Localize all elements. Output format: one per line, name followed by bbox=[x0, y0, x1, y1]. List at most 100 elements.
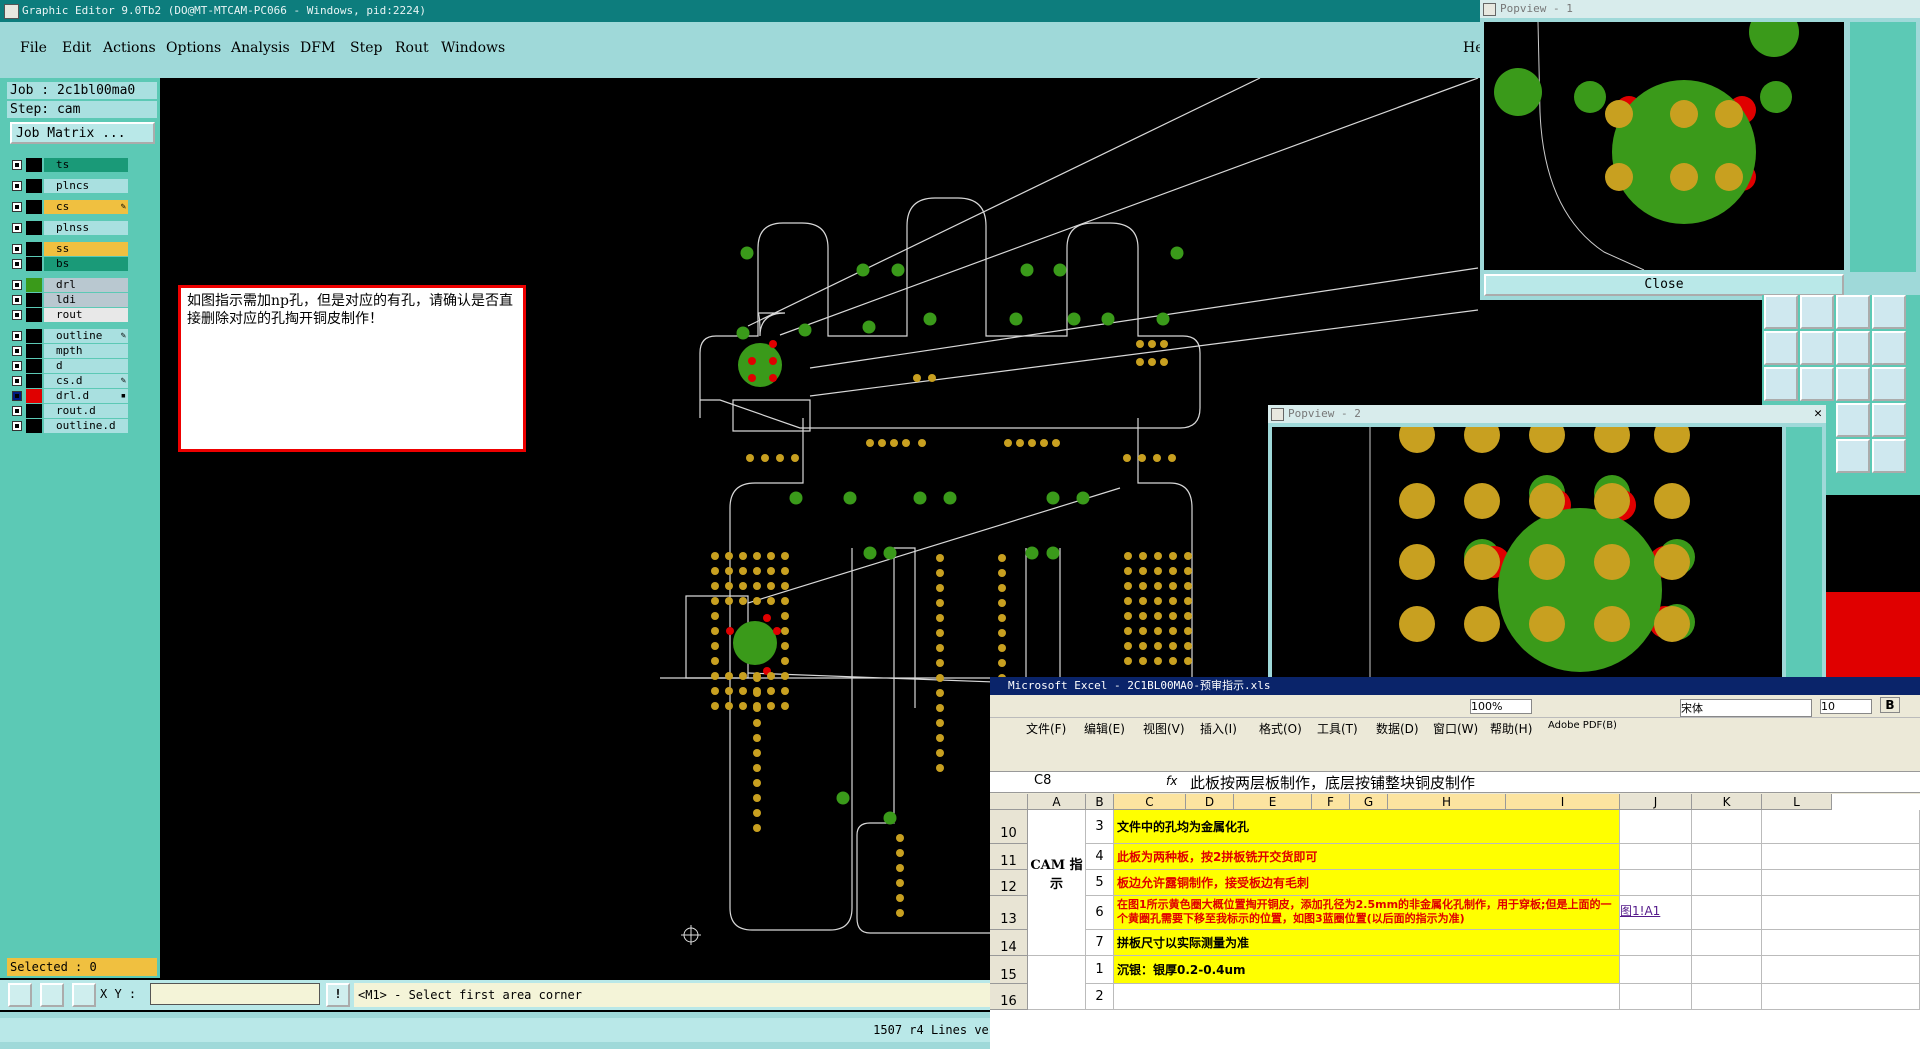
column-header-l[interactable]: L bbox=[1762, 794, 1832, 810]
bold-button[interactable]: B bbox=[1880, 697, 1900, 713]
corner-cell[interactable] bbox=[990, 794, 1028, 810]
font-size-select[interactable]: 10 bbox=[1820, 699, 1872, 714]
empty-cell[interactable] bbox=[1762, 870, 1920, 896]
xy-input[interactable] bbox=[150, 983, 320, 1005]
xl-menu-tools[interactable]: 工具(T) bbox=[1317, 720, 1358, 737]
layer-row-bs[interactable]: bs bbox=[10, 257, 128, 271]
area-select-icon[interactable] bbox=[8, 983, 32, 1007]
column-header-d[interactable]: D bbox=[1186, 794, 1234, 810]
menu-step[interactable]: Step bbox=[350, 40, 382, 56]
instruction-cell[interactable]: 在图1所示黄色圈大概位置掏开铜皮，添加孔径为2.5mm的非金属化孔制作，用于穿板… bbox=[1114, 896, 1620, 930]
xl-menu-edit[interactable]: 编辑(E) bbox=[1084, 720, 1125, 737]
layer-checkbox[interactable] bbox=[12, 421, 22, 431]
column-header-j[interactable]: J bbox=[1620, 794, 1692, 810]
layer-checkbox[interactable] bbox=[12, 331, 22, 341]
layer-row-plnss[interactable]: plnss bbox=[10, 221, 128, 235]
alert-icon[interactable]: ! bbox=[326, 983, 350, 1007]
empty-cell[interactable] bbox=[1762, 844, 1920, 870]
move-tool-icon[interactable] bbox=[1836, 295, 1870, 329]
menu-analysis[interactable]: Analysis bbox=[231, 40, 290, 56]
instruction-cell[interactable] bbox=[1114, 984, 1620, 1010]
item-number-cell[interactable]: 4 bbox=[1086, 844, 1114, 870]
layer-checkbox[interactable] bbox=[12, 280, 22, 290]
layer-row-rout[interactable]: rout bbox=[10, 308, 128, 322]
empty-cell[interactable] bbox=[1692, 810, 1762, 844]
pad-tool-icon[interactable] bbox=[1764, 367, 1798, 401]
layer-row-outline[interactable]: outline ✎ bbox=[10, 329, 128, 343]
xl-menu-file[interactable]: 文件(F) bbox=[1026, 720, 1066, 737]
row-header-12[interactable]: 12 bbox=[990, 870, 1028, 896]
layer-row-drl-d[interactable]: drl.d ▪ bbox=[10, 389, 128, 403]
instruction-cell[interactable]: 沉银：银厚0.2-0.4um bbox=[1114, 956, 1620, 984]
column-header-g[interactable]: G bbox=[1350, 794, 1388, 810]
column-header-a[interactable]: A bbox=[1028, 794, 1086, 810]
layer-row-ldi[interactable]: ldi bbox=[10, 293, 128, 307]
xl-menu-view[interactable]: 视图(V) bbox=[1143, 720, 1185, 737]
slash-tool-icon[interactable] bbox=[1800, 331, 1834, 365]
column-header-i[interactable]: I bbox=[1506, 794, 1620, 810]
layer-checkbox[interactable] bbox=[12, 391, 22, 401]
layer-checkbox[interactable] bbox=[12, 244, 22, 254]
column-header-e[interactable]: E bbox=[1234, 794, 1312, 810]
layer-row-ts[interactable]: ts bbox=[10, 158, 128, 172]
row-header-15[interactable]: 15 bbox=[990, 956, 1028, 984]
layer-row-cs[interactable]: cs ✎ bbox=[10, 200, 128, 214]
layer-checkbox[interactable] bbox=[12, 295, 22, 305]
layer-row-rout-d[interactable]: rout.d bbox=[10, 404, 128, 418]
row-header-14[interactable]: 14 bbox=[990, 930, 1028, 956]
row-header-13[interactable]: 13 bbox=[990, 896, 1028, 930]
layer-checkbox[interactable] bbox=[12, 223, 22, 233]
row-header-16[interactable]: 16 bbox=[990, 984, 1028, 1010]
item-number-cell[interactable]: 3 bbox=[1086, 810, 1114, 844]
measure-icon[interactable] bbox=[40, 983, 64, 1007]
empty-cell[interactable] bbox=[1692, 896, 1762, 930]
empty-cell[interactable] bbox=[1692, 984, 1762, 1010]
menu-actions[interactable]: Actions bbox=[103, 40, 156, 56]
snap-tool-icon[interactable] bbox=[1872, 439, 1906, 473]
layer-row-drl[interactable]: drl bbox=[10, 278, 128, 292]
layer-row-d[interactable]: d bbox=[10, 359, 128, 373]
layer-row-ss[interactable]: ss bbox=[10, 242, 128, 256]
formula-text[interactable]: 此板按两层板制作，底层按铺整块铜皮制作 bbox=[1190, 772, 1475, 793]
popview-2-canvas[interactable] bbox=[1272, 427, 1782, 677]
layer-checkbox[interactable] bbox=[12, 361, 22, 371]
close-button[interactable]: Close bbox=[1484, 274, 1844, 296]
xl-menu-window[interactable]: 窗口(W) bbox=[1433, 720, 1478, 737]
link-cell[interactable] bbox=[1620, 984, 1692, 1010]
rotate-tool-icon[interactable] bbox=[1836, 331, 1870, 365]
close-icon[interactable]: ✕ bbox=[1814, 405, 1822, 423]
menu-options[interactable]: Options bbox=[166, 40, 221, 56]
xl-menu-data[interactable]: 数据(D) bbox=[1376, 720, 1419, 737]
column-header-k[interactable]: K bbox=[1692, 794, 1762, 810]
layer-checkbox[interactable] bbox=[12, 346, 22, 356]
layer-checkbox[interactable] bbox=[12, 181, 22, 191]
item-number-cell[interactable]: 7 bbox=[1086, 930, 1114, 956]
row-header-10[interactable]: 10 bbox=[990, 810, 1028, 844]
font-select[interactable]: 宋体 bbox=[1680, 699, 1812, 717]
instruction-cell[interactable]: 拼板尺寸以实际测量为准 bbox=[1114, 930, 1620, 956]
grid-icon[interactable] bbox=[72, 983, 96, 1007]
instruction-cell[interactable]: 板边允许露铜制作，接受板边有毛刺 bbox=[1114, 870, 1620, 896]
item-number-cell[interactable]: 5 bbox=[1086, 870, 1114, 896]
row-header-11[interactable]: 11 bbox=[990, 844, 1028, 870]
xl-menu-insert[interactable]: 插入(I) bbox=[1200, 720, 1237, 737]
link-cell[interactable] bbox=[1620, 844, 1692, 870]
layer-row-mpth[interactable]: mpth bbox=[10, 344, 128, 358]
column-header-f[interactable]: F bbox=[1312, 794, 1350, 810]
xl-menu-format[interactable]: 格式(O) bbox=[1259, 720, 1302, 737]
layer-row-cs-d[interactable]: cs.d ✎ bbox=[10, 374, 128, 388]
layer-checkbox[interactable] bbox=[12, 376, 22, 386]
link-cell[interactable] bbox=[1620, 930, 1692, 956]
empty-cell[interactable] bbox=[1028, 956, 1086, 1010]
layer-checkbox[interactable] bbox=[12, 160, 22, 170]
empty-cell[interactable] bbox=[1692, 870, 1762, 896]
menu-windows[interactable]: Windows bbox=[441, 40, 505, 56]
name-box[interactable]: C8 bbox=[994, 773, 1109, 788]
link-cell[interactable]: 图1!A1 bbox=[1620, 896, 1692, 930]
empty-cell[interactable] bbox=[1692, 930, 1762, 956]
popview-1-canvas[interactable] bbox=[1484, 22, 1844, 270]
empty-cell[interactable] bbox=[1762, 930, 1920, 956]
empty-cell[interactable] bbox=[1762, 956, 1920, 984]
item-number-cell[interactable]: 6 bbox=[1086, 896, 1114, 930]
zoom-select[interactable]: 100% bbox=[1470, 699, 1532, 714]
